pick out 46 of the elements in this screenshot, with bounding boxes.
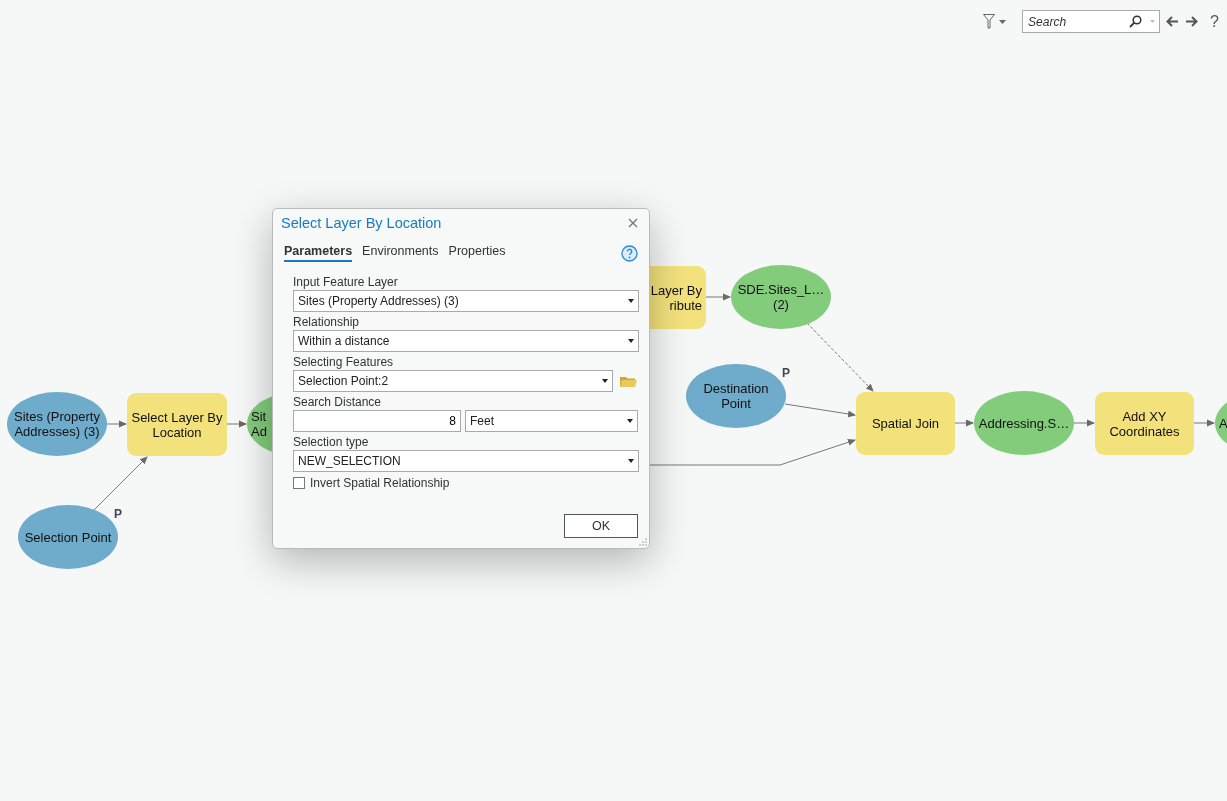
filter-icon[interactable] — [983, 14, 996, 29]
number-field[interactable]: 8 — [293, 410, 461, 432]
dropdown-field[interactable]: Within a distance — [293, 330, 639, 352]
checkbox[interactable] — [293, 477, 305, 489]
dropdown-field[interactable]: Selection Point:2 — [293, 370, 613, 392]
connector-arrow — [784, 403, 856, 418]
tool-node[interactable]: Add XY Coordinates — [1095, 392, 1194, 455]
search-field[interactable]: Search — [1022, 10, 1161, 33]
field-label: Selection type — [293, 435, 370, 450]
caret-icon — [628, 299, 634, 303]
dropdown-field[interactable]: NEW_SELECTION — [293, 450, 639, 472]
caret-icon — [1150, 20, 1156, 23]
connector-arrow — [705, 293, 731, 301]
field-label: Relationship — [293, 315, 361, 330]
forward-arrow-icon[interactable] — [1185, 16, 1199, 27]
output-node[interactable]: Addressing.S… — [974, 391, 1074, 455]
ok-button[interactable]: OK — [564, 514, 638, 538]
tab[interactable]: Environments — [362, 244, 439, 262]
tool-node[interactable]: Select Layer By Location — [127, 393, 227, 456]
connector-arrow — [954, 419, 974, 427]
caret-icon — [602, 379, 608, 383]
tab[interactable]: Parameters — [284, 244, 353, 262]
caret-icon[interactable] — [999, 19, 1007, 24]
dropdown-field[interactable]: Sites (Property Addresses) (3) — [293, 290, 639, 312]
caret-icon — [627, 419, 633, 423]
data-node[interactable]: Sites (Property Addresses) (3) — [7, 392, 107, 456]
unit-dropdown[interactable]: Feet — [465, 410, 638, 432]
caret-icon — [628, 339, 634, 343]
connector-arrow — [1193, 419, 1215, 427]
dialog-title: Select Layer By Location — [281, 215, 442, 231]
back-arrow-icon[interactable] — [1166, 16, 1180, 27]
connector-arrow — [105, 420, 127, 428]
search-icon — [1129, 15, 1143, 28]
tab[interactable]: Properties — [448, 244, 506, 262]
connector-arrow — [1073, 419, 1095, 427]
checkbox-label: Invert Spatial Relationship — [310, 476, 450, 490]
help-icon[interactable] — [621, 245, 638, 262]
tool-node[interactable]: Spatial Join — [856, 392, 955, 455]
output-node[interactable]: SDE.Sites_L… (2) — [731, 265, 831, 329]
connector-arrow — [226, 420, 247, 428]
resize-grip-icon[interactable] — [639, 538, 647, 546]
caret-icon — [628, 459, 634, 463]
help-button[interactable]: ? — [1210, 12, 1219, 31]
field-label: Selecting Features — [293, 355, 395, 370]
field-label: Search Distance — [293, 395, 383, 410]
field-label: Input Feature Layer — [293, 275, 399, 290]
